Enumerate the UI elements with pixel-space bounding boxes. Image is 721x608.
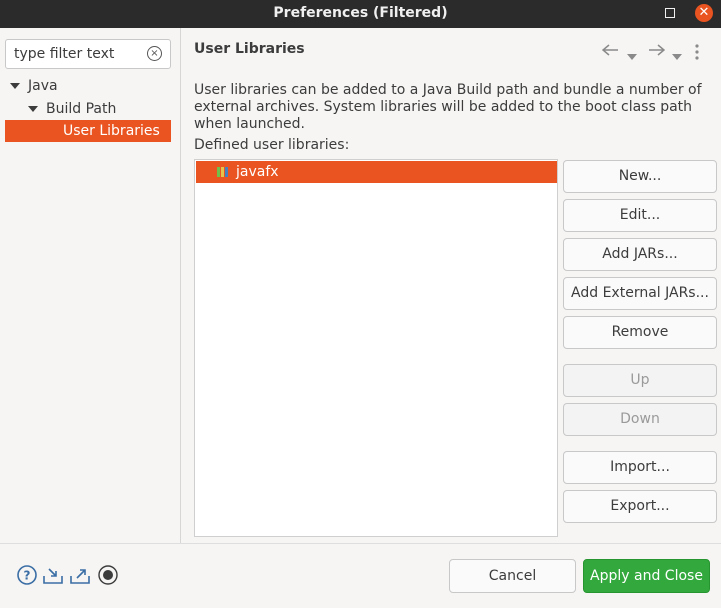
export-button[interactable]: Export... <box>563 490 717 523</box>
import-icon[interactable] <box>42 564 64 586</box>
maximize-icon[interactable] <box>665 8 675 18</box>
tree-item-label: User Libraries <box>63 123 160 139</box>
window-title: Preferences (Filtered) <box>273 5 448 21</box>
page-description: User libraries can be added to a Java Bu… <box>194 82 702 132</box>
help-icon[interactable]: ? <box>16 564 38 586</box>
new-button[interactable]: New... <box>563 160 717 193</box>
user-libraries-list[interactable]: javafx <box>194 159 558 537</box>
expand-arrow-icon[interactable] <box>10 83 20 89</box>
tree-item-java[interactable]: Java <box>10 75 58 97</box>
cancel-button[interactable]: Cancel <box>449 559 576 593</box>
down-button[interactable]: Down <box>563 403 717 436</box>
view-menu-icon[interactable] <box>694 44 700 64</box>
back-icon[interactable] <box>601 44 620 60</box>
edit-button[interactable]: Edit... <box>563 199 717 232</box>
library-icon <box>217 167 228 177</box>
tree-item-label: Java <box>28 78 58 94</box>
tree-item-label: Build Path <box>46 101 117 117</box>
dialog-footer: ? Cancel Apply and Close <box>0 543 721 608</box>
preferences-window: Preferences (Filtered) ✕ × Java Build Pa… <box>0 0 721 608</box>
tree-item-user-libraries[interactable]: User Libraries <box>5 120 171 142</box>
defined-libraries-label: Defined user libraries: <box>194 137 350 153</box>
record-icon[interactable] <box>97 564 119 586</box>
clear-icon[interactable]: × <box>147 46 162 61</box>
content-pane: User Libraries User libraries can be add… <box>182 28 721 543</box>
add-jars-button[interactable]: Add JARs... <box>563 238 717 271</box>
filter-input[interactable] <box>14 44 144 64</box>
tree-item-build-path[interactable]: Build Path <box>28 98 116 120</box>
export-icon[interactable] <box>69 564 91 586</box>
import-button[interactable]: Import... <box>563 451 717 484</box>
list-item[interactable]: javafx <box>196 161 557 183</box>
close-icon[interactable]: ✕ <box>695 4 713 22</box>
title-bar: Preferences (Filtered) ✕ <box>0 0 721 28</box>
preferences-tree-pane: × Java Build Path User Libraries <box>0 28 181 543</box>
forward-icon[interactable] <box>647 44 666 60</box>
up-button[interactable]: Up <box>563 364 717 397</box>
add-external-jars-button[interactable]: Add External JARs... <box>563 277 717 310</box>
expand-arrow-icon[interactable] <box>28 106 38 112</box>
remove-button[interactable]: Remove <box>563 316 717 349</box>
library-name: javafx <box>236 164 279 180</box>
apply-and-close-button[interactable]: Apply and Close <box>583 559 710 593</box>
forward-menu-chevron-icon[interactable] <box>672 48 682 64</box>
svg-text:?: ? <box>24 569 31 583</box>
page-title: User Libraries <box>194 41 305 57</box>
filter-field[interactable]: × <box>5 39 171 69</box>
back-menu-chevron-icon[interactable] <box>627 48 637 64</box>
